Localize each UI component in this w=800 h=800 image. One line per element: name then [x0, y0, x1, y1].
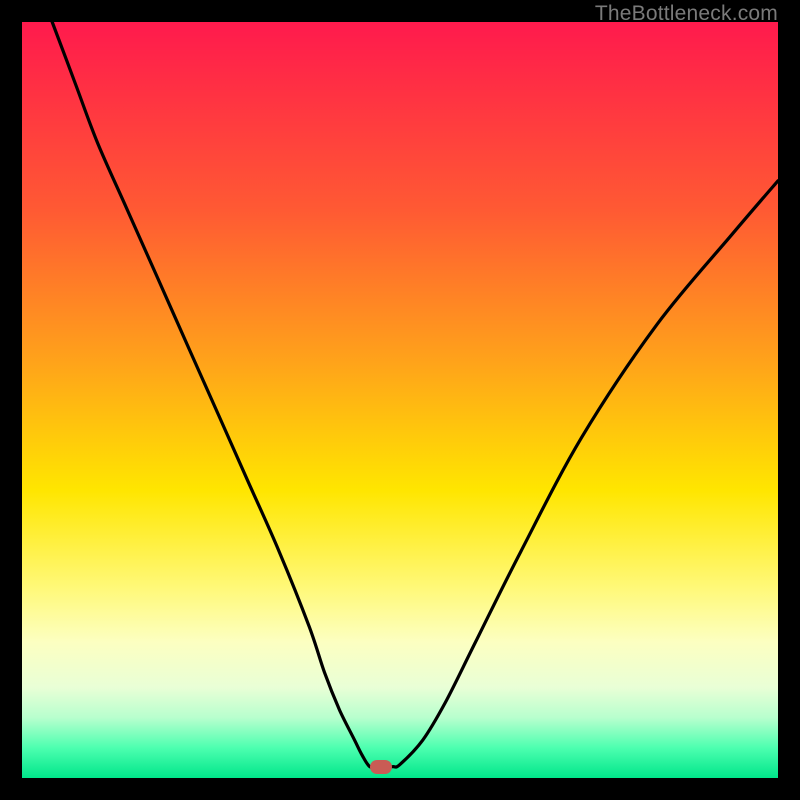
chart-frame: TheBottleneck.com — [0, 0, 800, 800]
bottleneck-curve — [22, 22, 778, 778]
watermark-text: TheBottleneck.com — [595, 2, 778, 26]
bottleneck-marker — [370, 760, 392, 774]
plot-area — [22, 22, 778, 778]
